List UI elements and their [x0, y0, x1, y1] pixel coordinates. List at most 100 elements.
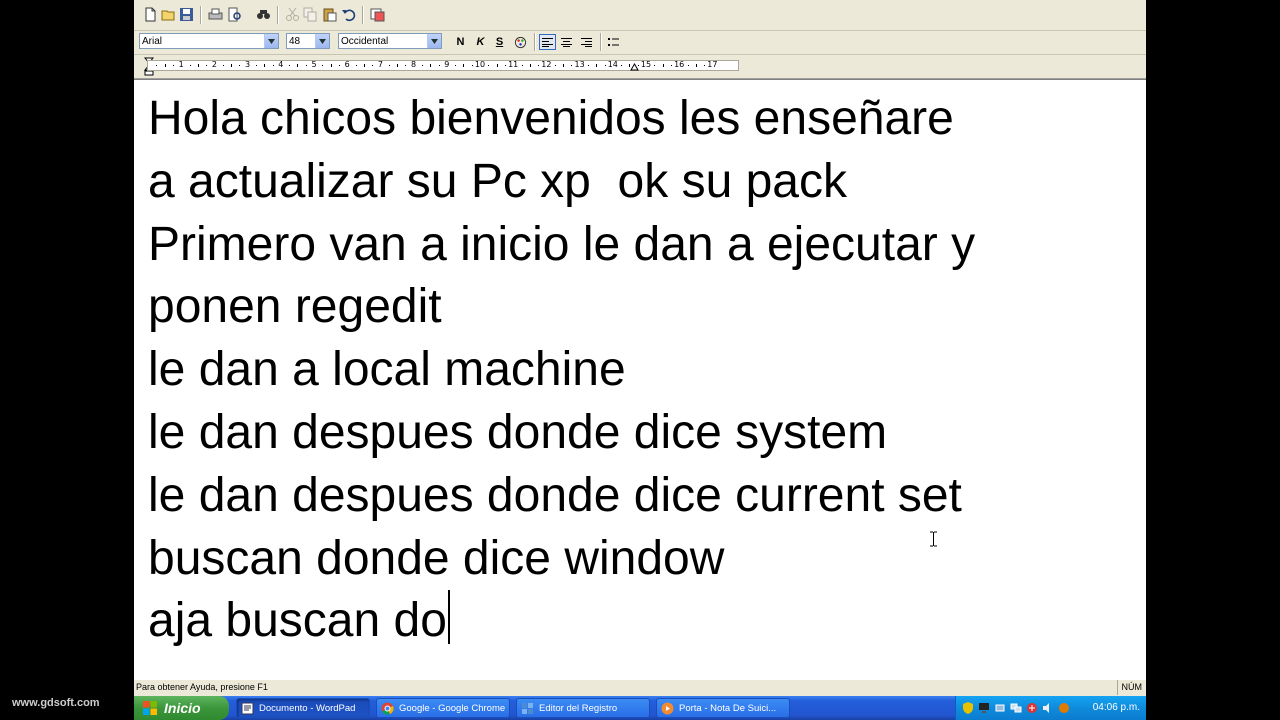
script-value: Occidental — [341, 36, 389, 47]
taskbar-button-label: Editor del Registro — [539, 703, 618, 714]
bullets-icon[interactable] — [605, 34, 622, 50]
network-icon[interactable] — [1010, 702, 1022, 714]
document-line[interactable]: Hola chicos bienvenidos les enseñare — [148, 88, 975, 151]
paste-icon[interactable] — [321, 6, 338, 23]
ruler-tick — [206, 65, 208, 66]
ruler-tick — [538, 65, 540, 66]
chevron-down-icon[interactable] — [264, 34, 278, 48]
bold-button[interactable]: N — [452, 34, 469, 50]
undo-icon[interactable] — [340, 6, 357, 23]
system-tray: 04:06 p.m. — [955, 696, 1146, 720]
ruler-number: 15 — [640, 60, 652, 69]
ruler-strip: 1 2 3 4 5 6 7 8 9 10 11 12 13 14 15 16 17 — [147, 60, 739, 71]
chevron-down-icon[interactable] — [427, 34, 441, 48]
find-icon[interactable] — [255, 6, 272, 23]
ruler-number: 3 — [245, 60, 251, 69]
document-line[interactable]: aja buscan do — [148, 590, 975, 653]
taskbar-button[interactable]: Google - Google Chrome — [376, 698, 510, 718]
script-select[interactable]: Occidental — [338, 33, 442, 49]
font-name-value: Arial — [142, 36, 163, 47]
ruler-tick — [670, 65, 672, 66]
toolbar-separator — [600, 33, 601, 51]
ruler-tick — [521, 65, 523, 66]
ruler-tick — [654, 65, 656, 66]
align-right-icon[interactable] — [578, 34, 595, 50]
format-toolbar: Arial 48 Occidental N K S — [134, 30, 1146, 55]
font-name-select[interactable]: Arial — [139, 33, 279, 49]
print-preview-icon[interactable] — [226, 6, 243, 23]
document-area[interactable]: Hola chicos bienvenidos les enseñare a ac… — [134, 79, 1146, 680]
ruler-tick — [563, 64, 564, 67]
cut-icon[interactable] — [284, 6, 301, 23]
ruler-tick — [338, 65, 340, 66]
chrome-icon — [381, 702, 394, 715]
text-caret — [447, 590, 450, 645]
start-label: Inicio — [164, 700, 201, 716]
align-left-icon[interactable] — [539, 34, 556, 50]
ruler-tick — [529, 64, 531, 67]
right-indent-marker-icon[interactable] — [630, 63, 639, 71]
copy-icon[interactable] — [302, 6, 319, 23]
toolbar-separator — [534, 33, 535, 51]
ruler-tick — [272, 65, 274, 66]
document-line[interactable]: buscan donde dice window — [148, 528, 975, 591]
italic-button[interactable]: K — [472, 34, 489, 50]
color-palette-icon[interactable] — [512, 34, 529, 50]
taskbar: Inicio Documento - WordPad Google - Googl… — [134, 696, 1146, 720]
taskbar-button[interactable]: Editor del Registro — [516, 698, 650, 718]
ruler-tick — [322, 65, 324, 66]
taskbar-button[interactable]: Porta - Nota De Suici... — [656, 698, 790, 718]
ruler[interactable]: 1 2 3 4 5 6 7 8 9 10 11 12 13 14 15 16 17 — [134, 55, 1146, 79]
ruler-tick — [189, 65, 191, 66]
document-line[interactable]: ponen regedit — [148, 276, 975, 339]
ruler-number: 17 — [707, 60, 718, 69]
ruler-tick — [197, 64, 199, 67]
ruler-tick — [156, 65, 158, 66]
antivirus-icon[interactable] — [1026, 702, 1038, 714]
start-button[interactable]: Inicio — [134, 696, 229, 720]
text-cursor-icon — [930, 531, 937, 547]
security-shield-icon[interactable] — [962, 702, 974, 714]
clock[interactable]: 04:06 p.m. — [1093, 696, 1140, 720]
taskbar-button-label: Google - Google Chrome — [399, 703, 506, 714]
num-lock-indicator: NÚM — [1116, 680, 1142, 695]
ruler-tick — [621, 65, 623, 66]
ruler-tick — [330, 64, 332, 67]
ruler-tick — [695, 64, 697, 67]
save-icon[interactable] — [178, 6, 195, 23]
font-size-select[interactable]: 48 — [286, 33, 330, 49]
document-line[interactable]: a actualizar su Pc xp ok su pack — [148, 151, 975, 214]
ruler-tick — [496, 64, 498, 67]
wordpad-window: Arial 48 Occidental N K S 1 2 3 4 5 6 7 … — [134, 0, 1146, 720]
app-tray-icon[interactable] — [1058, 702, 1070, 714]
ruler-tick — [455, 65, 457, 66]
align-center-icon[interactable] — [558, 34, 575, 50]
ruler-tick — [222, 65, 224, 66]
insert-datetime-icon[interactable] — [369, 6, 386, 23]
volume-icon[interactable] — [1042, 702, 1054, 714]
print-icon[interactable] — [207, 6, 224, 23]
taskbar-button[interactable]: Documento - WordPad — [236, 698, 370, 718]
ruler-number: 6 — [344, 60, 350, 69]
open-folder-icon[interactable] — [160, 6, 177, 23]
ruler-number: 14 — [607, 60, 618, 69]
ruler-tick — [438, 65, 440, 66]
monitor-icon[interactable] — [978, 702, 990, 714]
regedit-icon — [522, 703, 533, 714]
ruler-number: 2 — [211, 60, 217, 69]
document-line[interactable]: Primero van a inicio le dan a ejecutar y — [148, 214, 975, 277]
status-bar: Para obtener Ayuda, presione F1 NÚM — [134, 679, 1146, 696]
new-document-icon[interactable] — [142, 6, 159, 23]
document-line[interactable]: le dan a local machine — [148, 339, 975, 402]
chevron-down-icon[interactable] — [315, 34, 329, 48]
underline-button[interactable]: S — [491, 34, 508, 50]
taskbar-button-label: Documento - WordPad — [259, 703, 356, 714]
document-text[interactable]: Hola chicos bienvenidos les enseñare a ac… — [148, 88, 975, 653]
document-line[interactable]: le dan despues donde dice current set — [148, 465, 975, 528]
usb-device-icon[interactable] — [994, 702, 1006, 714]
document-line[interactable]: le dan despues donde dice system — [148, 402, 975, 465]
font-size-value: 48 — [289, 36, 301, 47]
toolbar-separator — [200, 6, 201, 24]
ruler-tick — [363, 64, 365, 67]
ruler-number: 10 — [474, 60, 486, 69]
